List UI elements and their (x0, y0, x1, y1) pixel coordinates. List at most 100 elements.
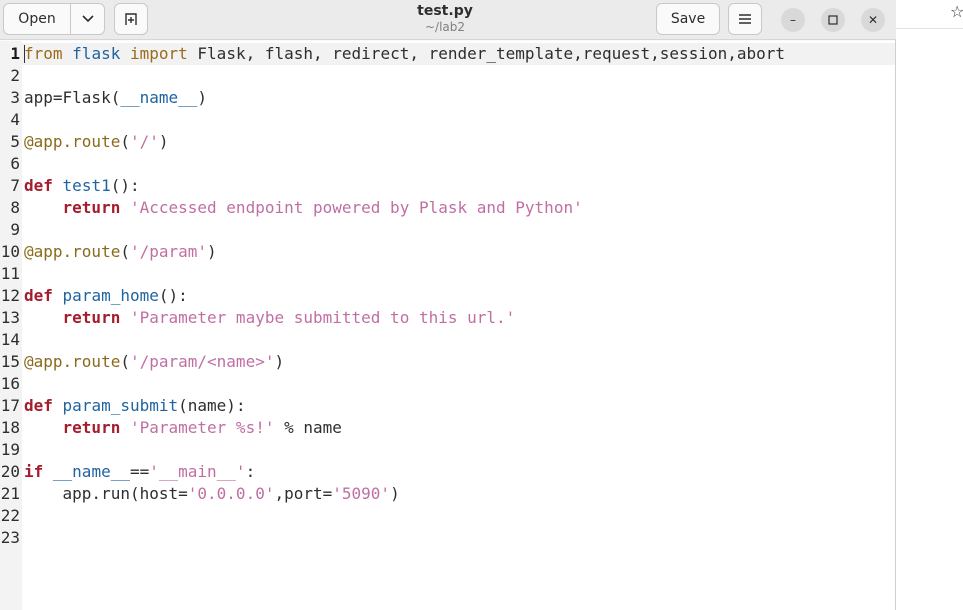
window-title-area: test.py ~/lab2 (345, 3, 545, 35)
code-line[interactable]: 2 (0, 65, 895, 87)
code-line[interactable]: 20 if __name__=='__main__': (0, 461, 895, 483)
code-line[interactable]: 10 @app.route('/param') (0, 241, 895, 263)
line-number: 18 (0, 418, 20, 437)
code-line[interactable]: 13 return 'Parameter maybe submitted to … (0, 307, 895, 329)
line-number: 12 (0, 286, 20, 305)
code-text: return 'Parameter maybe submitted to thi… (22, 307, 516, 329)
main-menu-button[interactable] (728, 3, 762, 35)
line-number: 11 (0, 264, 20, 283)
code-text: return 'Accessed endpoint powered by Pla… (22, 197, 583, 219)
code-line[interactable]: 6 (0, 153, 895, 175)
code-line[interactable]: 11 (0, 263, 895, 285)
code-text: @app.route('/param') (22, 241, 217, 263)
minimize-icon: – (790, 13, 796, 27)
code-text: def param_home(): (22, 285, 188, 307)
line-number: 5 (10, 132, 20, 151)
code-line[interactable]: 21 app.run(host='0.0.0.0',port='5090') (0, 483, 895, 505)
code-token: '/' (129, 132, 159, 151)
chevron-down-icon (81, 15, 94, 23)
code-token: return (62, 418, 121, 437)
line-number: 10 (0, 242, 20, 261)
code-line[interactable]: 16 (0, 373, 895, 395)
maximize-button[interactable] (821, 8, 845, 32)
code-token: (name): (178, 396, 246, 415)
code-token: '5090' (332, 484, 391, 503)
new-tab-button[interactable] (114, 3, 148, 35)
code-text: def param_submit(name): (22, 395, 246, 417)
code-token: app=Flask( (24, 88, 121, 107)
code-token: 'Parameter %s!' (129, 418, 275, 437)
line-number: 4 (10, 110, 20, 129)
code-token: __name__ (52, 462, 130, 481)
code-editor[interactable]: 1 from flask import Flask, flash, redirec… (0, 41, 895, 610)
header-bar: Open test.py ~/lab2 Save – ✕ (0, 0, 896, 40)
minimize-button[interactable]: – (781, 8, 805, 32)
code-token: param_home (62, 286, 159, 305)
code-token: def (24, 176, 53, 195)
code-token: Flask, flash, redirect, render_template,… (187, 44, 786, 63)
open-recent-dropdown-button[interactable] (70, 3, 105, 35)
line-number: 15 (0, 352, 20, 371)
desktop-backdrop (896, 0, 963, 610)
line-number: 9 (10, 220, 20, 239)
code-line[interactable]: 8 return 'Accessed endpoint powered by P… (0, 197, 895, 219)
code-line[interactable]: 5 @app.route('/') (0, 131, 895, 153)
code-line[interactable]: 7 def test1(): (0, 175, 895, 197)
new-tab-icon (125, 13, 137, 25)
code-line[interactable]: 15 @app.route('/param/<name>') (0, 351, 895, 373)
code-line[interactable]: 22 (0, 505, 895, 527)
line-number: 1 (10, 44, 20, 63)
open-button-group: Open (3, 3, 105, 35)
code-token: '0.0.0.0' (187, 484, 275, 503)
code-line[interactable]: 4 (0, 109, 895, 131)
line-number: 23 (0, 528, 20, 547)
code-token: app.run(host= (24, 484, 188, 503)
code-token: return (62, 308, 121, 327)
code-line[interactable]: 9 (0, 219, 895, 241)
open-button[interactable]: Open (3, 3, 71, 35)
code-text: app=Flask(__name__) (22, 87, 207, 109)
line-number: 16 (0, 374, 20, 393)
line-number: 6 (10, 154, 20, 173)
code-line[interactable]: 12 def param_home(): (0, 285, 895, 307)
code-token: == (129, 462, 150, 481)
code-line[interactable]: 3 app=Flask(__name__) (0, 87, 895, 109)
code-line[interactable]: 18 return 'Parameter %s!' % name (0, 417, 895, 439)
star-icon[interactable]: ☆ (950, 2, 963, 21)
code-lines[interactable]: 1 from flask import Flask, flash, redirec… (0, 43, 895, 549)
window-title: test.py (417, 3, 473, 19)
code-line[interactable]: 19 (0, 439, 895, 461)
code-token: ( (120, 242, 130, 261)
line-number: 17 (0, 396, 20, 415)
line-number: 20 (0, 462, 20, 481)
code-token: % name (274, 418, 342, 437)
code-token: : (245, 462, 256, 481)
code-line[interactable]: 14 (0, 329, 895, 351)
code-line[interactable]: 1 from flask import Flask, flash, redirec… (0, 43, 895, 65)
code-token: ) (207, 242, 217, 261)
line-number: 19 (0, 440, 20, 459)
code-token: '/param/<name>' (129, 352, 275, 371)
code-line[interactable]: 23 (0, 527, 895, 549)
code-text: @app.route('/param/<name>') (22, 351, 284, 373)
code-token: if (24, 462, 44, 481)
line-number: 14 (0, 330, 20, 349)
close-button[interactable]: ✕ (861, 8, 885, 32)
code-text: app.run(host='0.0.0.0',port='5090') (22, 483, 400, 505)
code-token: def (24, 396, 53, 415)
backdrop-divider (896, 28, 963, 29)
code-token: 'Parameter maybe submitted to this url.' (129, 308, 516, 327)
code-line[interactable]: 17 def param_submit(name): (0, 395, 895, 417)
text-editor-window: Open test.py ~/lab2 Save – ✕ 1 from flas… (0, 0, 896, 610)
save-button[interactable]: Save (656, 3, 720, 35)
text-cursor (24, 45, 25, 63)
